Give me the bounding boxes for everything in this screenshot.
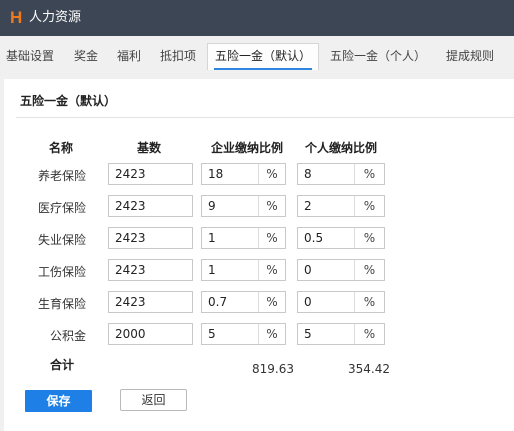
tab-social-insurance-personal[interactable]: 五险一金（个人） (330, 43, 426, 69)
percent-unit: % (354, 163, 385, 185)
row-label-medical: 医疗保险 (37, 201, 86, 215)
app-title: 人力资源 (29, 10, 82, 25)
base-input-work-injury[interactable]: 2423 (108, 259, 193, 281)
company-rate-input-maternity[interactable]: 0.7 (201, 291, 259, 313)
divider (16, 117, 514, 118)
tab-commission-rules[interactable]: 提成规则 (446, 43, 494, 69)
base-input-medical[interactable]: 2423 (108, 195, 193, 217)
company-rate-input-work-injury[interactable]: 1 (201, 259, 259, 281)
percent-unit: % (354, 227, 385, 249)
tab-welfare[interactable]: 福利 (117, 43, 141, 69)
row-label-pension: 养老保险 (37, 169, 86, 183)
percent-unit: % (258, 163, 286, 185)
base-input-housing-fund[interactable]: 2000 (108, 323, 193, 345)
personal-rate-input-work-injury[interactable]: 0 (297, 259, 355, 281)
row-label-maternity: 生育保险 (37, 297, 86, 311)
tab-bar: 基础设置 奖金 福利 抵扣项 五险一金（默认） 五险一金（个人） 提成规则 (0, 36, 514, 74)
percent-unit: % (354, 323, 385, 345)
header-personal-rate: 个人缴纳比例 (304, 141, 377, 155)
tab-social-insurance-default[interactable]: 五险一金（默认） (207, 43, 320, 70)
active-tab-underline (214, 68, 313, 70)
personal-rate-input-housing-fund[interactable]: 5 (297, 323, 355, 345)
header-base: 基数 (136, 141, 161, 155)
base-input-unemployment[interactable]: 2423 (108, 227, 193, 249)
percent-unit: % (258, 259, 286, 281)
personal-rate-input-medical[interactable]: 2 (297, 195, 355, 217)
save-button[interactable]: 保存 (25, 390, 92, 412)
total-label: 合计 (50, 358, 75, 372)
company-rate-input-medical[interactable]: 9 (201, 195, 259, 217)
company-rate-input-housing-fund[interactable]: 5 (201, 323, 259, 345)
panel-title: 五险一金（默认） (20, 94, 117, 108)
row-label-unemployment: 失业保险 (37, 233, 86, 247)
percent-unit: % (258, 291, 286, 313)
percent-unit: % (258, 227, 286, 249)
tab-label: 五险一金（默认） (215, 49, 312, 63)
percent-unit: % (258, 323, 286, 345)
personal-rate-input-unemployment[interactable]: 0.5 (297, 227, 355, 249)
header-company-rate: 企业缴纳比例 (210, 141, 283, 155)
app-logo-icon: H (10, 8, 23, 27)
base-input-pension[interactable]: 2423 (108, 163, 193, 185)
settings-panel: 五险一金（默认） 名称 基数 企业缴纳比例 个人缴纳比例 养老保险 2423 1… (4, 79, 514, 431)
header-name: 名称 (48, 141, 73, 155)
percent-unit: % (354, 259, 385, 281)
base-input-maternity[interactable]: 2423 (108, 291, 193, 313)
row-label-work-injury: 工伤保险 (37, 265, 86, 279)
personal-rate-input-maternity[interactable]: 0 (297, 291, 355, 313)
company-rate-input-pension[interactable]: 18 (201, 163, 259, 185)
percent-unit: % (258, 195, 286, 217)
row-label-housing-fund: 公积金 (49, 329, 86, 343)
tab-deductions[interactable]: 抵扣项 (160, 43, 196, 69)
personal-rate-input-pension[interactable]: 8 (297, 163, 355, 185)
percent-unit: % (354, 291, 385, 313)
back-button[interactable]: 返回 (120, 389, 187, 411)
title-bar: H 人力资源 (0, 0, 514, 36)
total-company: 819.63 (252, 362, 294, 376)
tab-basic-settings[interactable]: 基础设置 (6, 43, 54, 69)
percent-unit: % (354, 195, 385, 217)
total-personal: 354.42 (348, 362, 390, 376)
tab-bonus[interactable]: 奖金 (74, 43, 98, 69)
company-rate-input-unemployment[interactable]: 1 (201, 227, 259, 249)
